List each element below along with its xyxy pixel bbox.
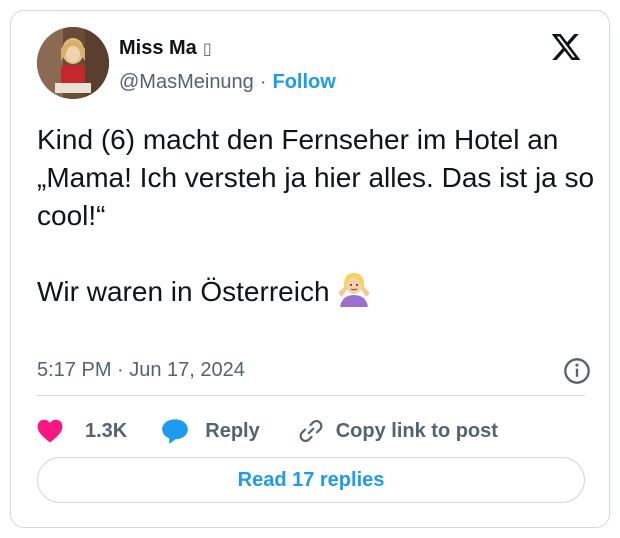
divider <box>37 395 585 396</box>
separator-dot: · <box>259 71 267 93</box>
reply-label: Reply <box>205 419 260 442</box>
tweet-card[interactable]: Miss Ma ▯ @MasMeinung · Follow Kind (6) … <box>10 10 610 528</box>
like-count: 1.3K <box>85 419 128 442</box>
avatar[interactable] <box>37 27 109 99</box>
name-emoji-placeholder: ▯ <box>202 40 212 58</box>
tweet-body: Kind (6) macht den Fernseher im Hotel an… <box>37 124 595 307</box>
tweet-timestamp[interactable]: 5:17 PM · Jun 17, 2024 <box>37 359 245 382</box>
person-shrugging-emoji <box>337 273 370 307</box>
follow-button[interactable]: Follow <box>272 71 335 94</box>
tweet-text: Kind (6) macht den Fernseher im Hotel an… <box>37 121 597 311</box>
author-handle[interactable]: @MasMeinung <box>119 71 254 94</box>
like-button[interactable]: 1.3K <box>37 419 127 443</box>
author-name[interactable]: Miss Ma <box>119 37 197 60</box>
reply-bubble-icon <box>162 419 189 444</box>
copy-link-button[interactable]: Copy link to post <box>298 418 498 444</box>
x-logo-icon[interactable] <box>550 31 582 63</box>
heart-icon <box>37 419 63 443</box>
copy-link-label: Copy link to post <box>335 419 498 442</box>
info-icon[interactable] <box>563 357 591 385</box>
read-replies-button[interactable]: Read 17 replies <box>37 457 585 503</box>
read-replies-label: Read 17 replies <box>237 468 385 491</box>
action-bar: 1.3K Reply Copy link to post <box>37 411 498 451</box>
avatar-image <box>37 27 109 99</box>
link-icon <box>299 420 323 442</box>
reply-button[interactable]: Reply <box>161 418 260 444</box>
